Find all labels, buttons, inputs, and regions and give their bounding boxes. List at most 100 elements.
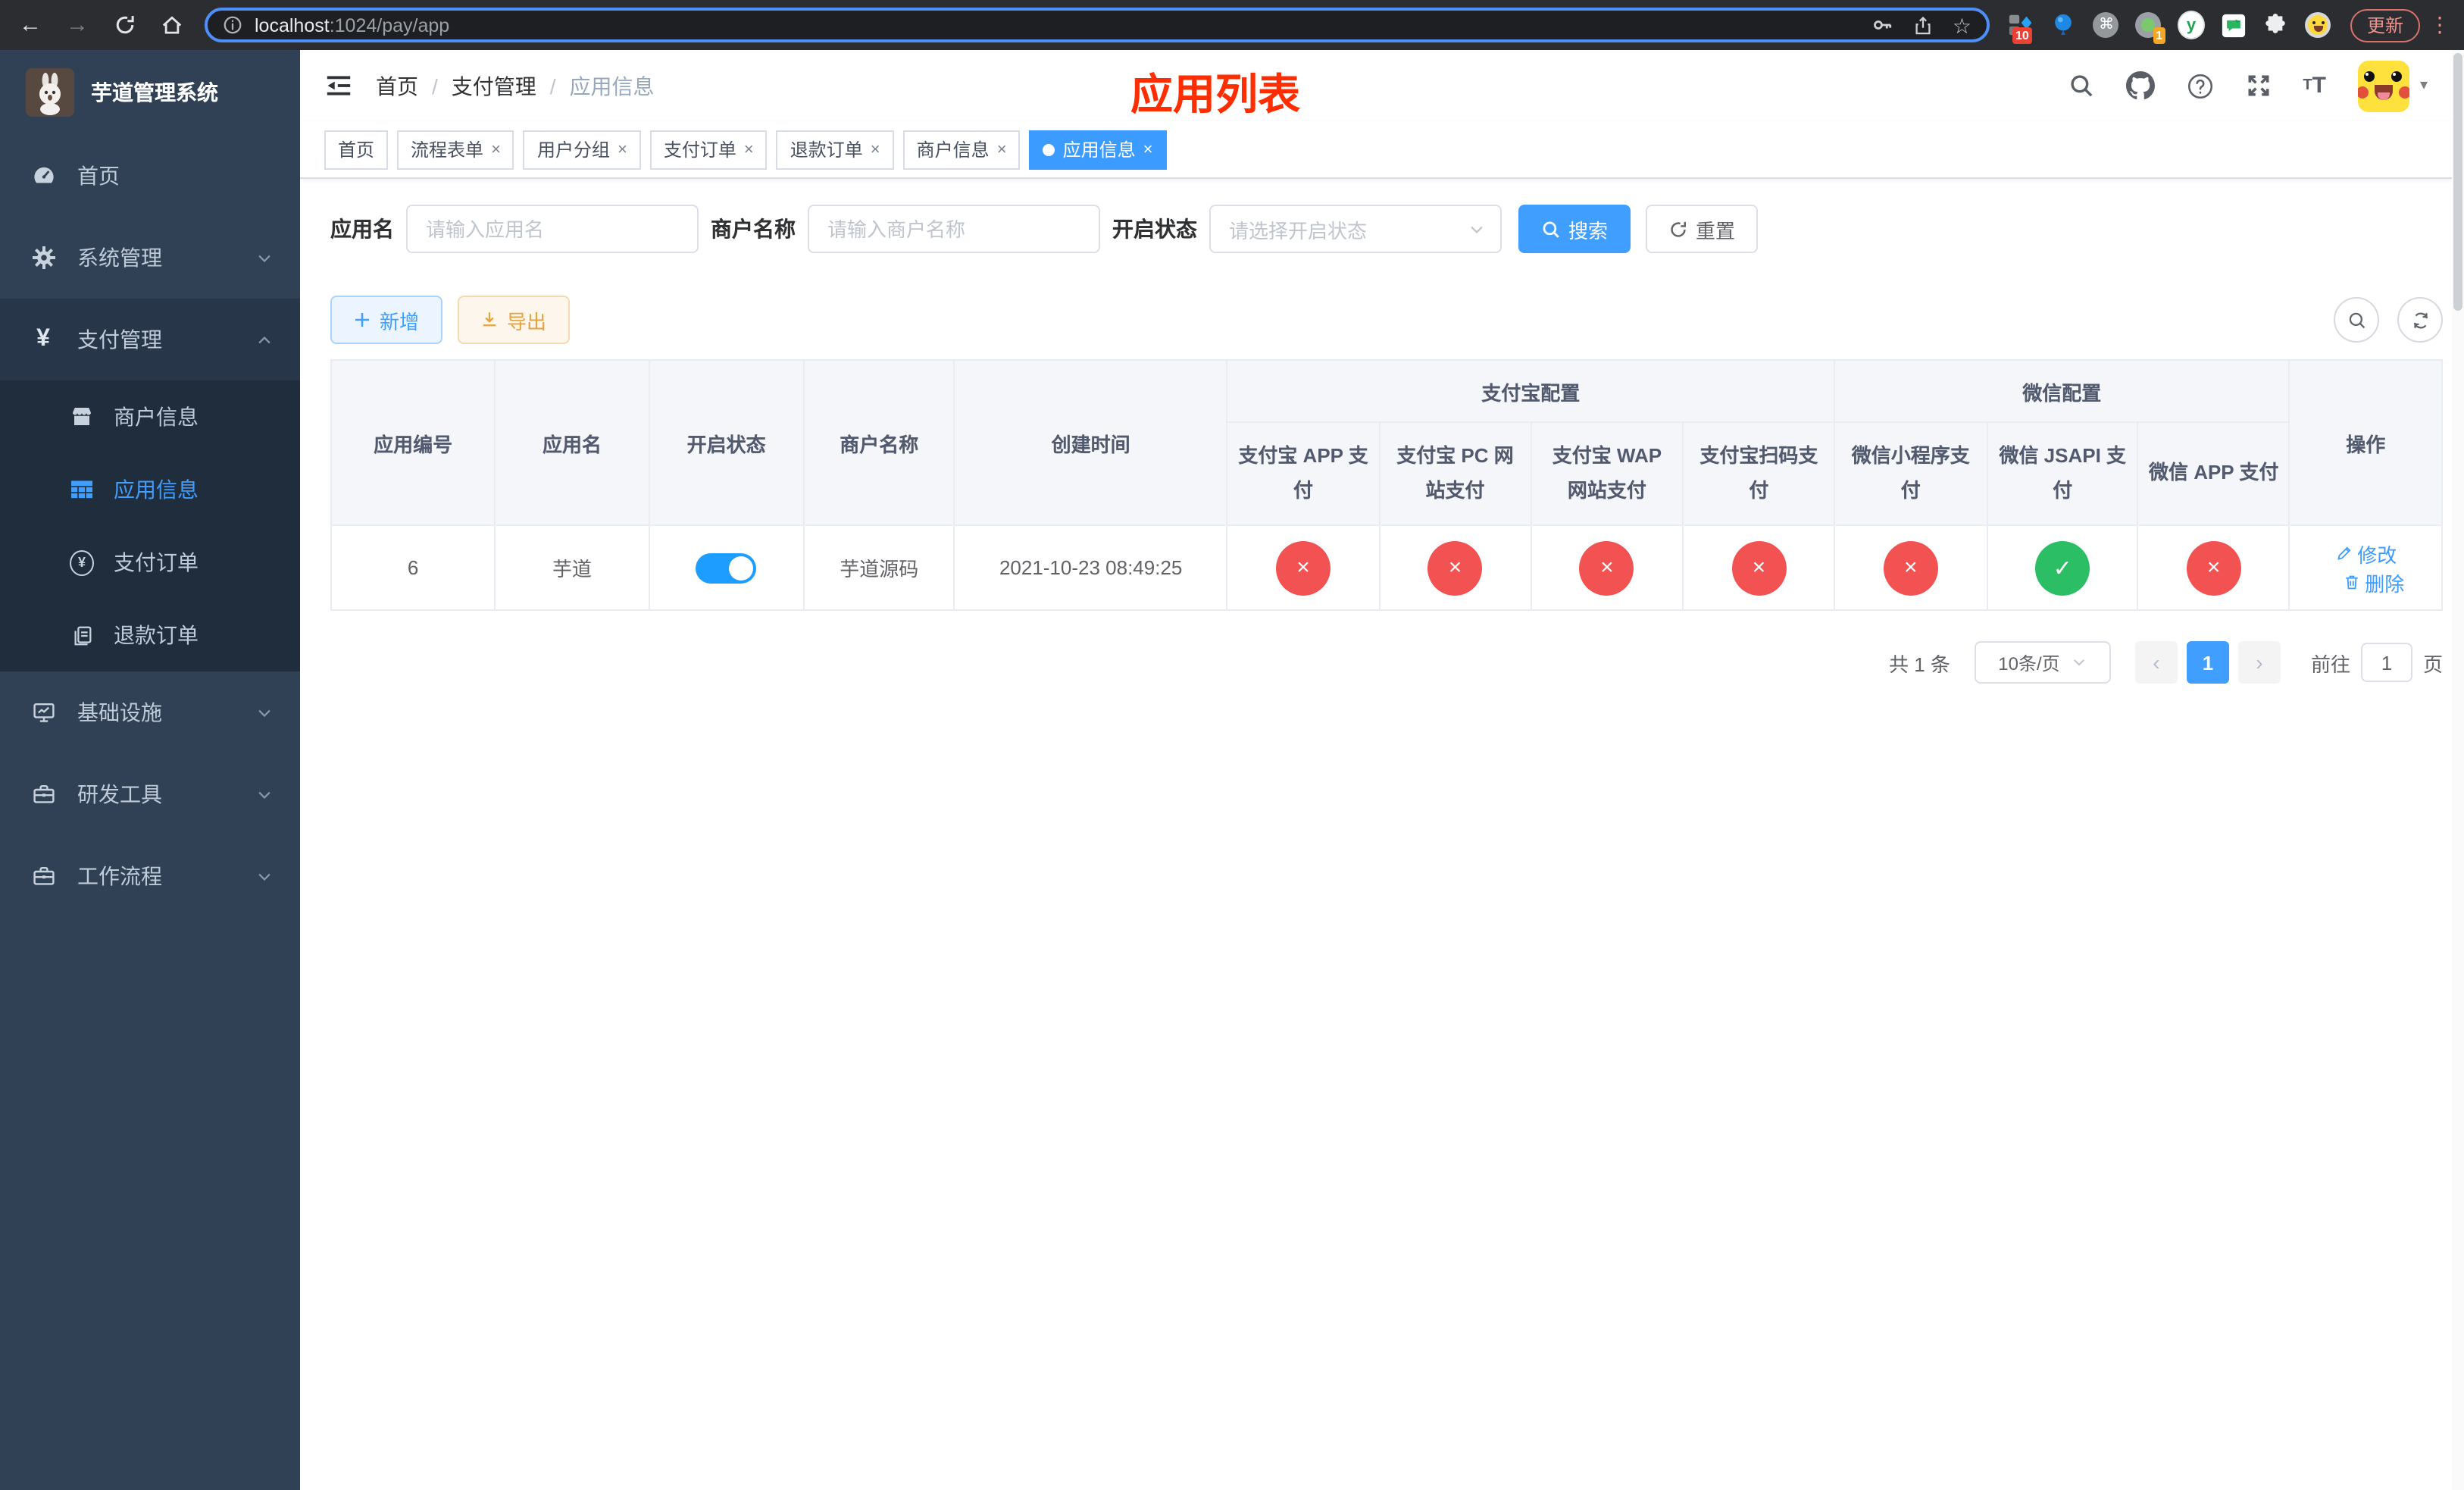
- sidebar-item-payment[interactable]: ¥ 支付管理: [0, 299, 300, 380]
- browser-menu-icon[interactable]: ⋮: [2429, 12, 2450, 38]
- active-dot: [1043, 143, 1055, 155]
- tab-app-info[interactable]: 应用信息 ×: [1029, 130, 1167, 169]
- browser-reload-icon[interactable]: [108, 8, 141, 42]
- next-page-button[interactable]: ›: [2237, 641, 2281, 684]
- bookmark-star-icon[interactable]: ☆: [1953, 14, 1972, 36]
- font-size-icon[interactable]: TT: [2303, 74, 2326, 97]
- header-search-icon[interactable]: [2068, 73, 2093, 99]
- sidebar-item-merchant-info[interactable]: 商户信息: [0, 380, 300, 453]
- extension-balloon-icon[interactable]: [2050, 11, 2078, 39]
- close-icon[interactable]: ×: [997, 140, 1007, 158]
- user-avatar: [2357, 60, 2409, 111]
- column-header-alipay-app: 支付宝 APP 支付: [1226, 421, 1381, 526]
- column-header-wx-lite: 微信小程序支付: [1834, 421, 1988, 526]
- main-area: 首页 / 支付管理 / 应用信息 应用列表 TT ▾ 首页 流程表单 × 用户分…: [300, 50, 2464, 1490]
- url-host: localhost: [255, 14, 330, 36]
- profile-avatar-icon[interactable]: [2305, 11, 2332, 39]
- gear-icon: [30, 246, 56, 270]
- tab-refund-order[interactable]: 退款订单 ×: [776, 130, 894, 169]
- help-icon[interactable]: [2186, 72, 2213, 99]
- chevron-down-icon: [1468, 221, 1485, 237]
- extension-mosaic-icon[interactable]: 10: [2008, 11, 2035, 43]
- page-size-select[interactable]: 10条/页: [1974, 641, 2111, 684]
- browser-forward-icon[interactable]: →: [61, 8, 94, 42]
- status-label: 开启状态: [1112, 217, 1197, 241]
- extension-recorder-icon[interactable]: 1: [2135, 11, 2165, 43]
- column-header-merchant: 商户名称: [802, 359, 955, 526]
- add-button[interactable]: 新增: [330, 296, 442, 344]
- search-button[interactable]: 搜索: [1518, 205, 1631, 253]
- extensions-puzzle-icon[interactable]: [2262, 11, 2290, 39]
- user-dropdown[interactable]: ▾: [2357, 60, 2428, 111]
- password-key-icon[interactable]: [1872, 14, 1895, 36]
- screen: ← → localhost:1024/pay/app ☆ 10 ⌘ 1 y 更新…: [0, 0, 2464, 1490]
- page-scrollbar[interactable]: [2452, 50, 2464, 1490]
- sidebar-item-label: 研发工具: [77, 782, 162, 806]
- tab-home[interactable]: 首页: [324, 130, 389, 169]
- chevron-down-icon: [256, 868, 273, 884]
- app-name-input[interactable]: [406, 205, 699, 253]
- browser-back-icon[interactable]: ←: [14, 8, 47, 42]
- close-icon[interactable]: ×: [491, 140, 501, 158]
- edit-link[interactable]: 修改: [2334, 539, 2397, 568]
- share-icon[interactable]: [1913, 14, 1934, 36]
- fullscreen-icon[interactable]: [2245, 73, 2271, 99]
- tab-pay-order[interactable]: 支付订单 ×: [649, 130, 768, 169]
- column-group-wechat: 微信配置: [1834, 359, 2290, 423]
- sidebar-item-system[interactable]: 系统管理: [0, 217, 300, 299]
- close-icon[interactable]: ×: [618, 140, 627, 158]
- close-icon[interactable]: ×: [1143, 140, 1153, 158]
- close-icon[interactable]: ×: [871, 140, 880, 158]
- browser-address-bar[interactable]: localhost:1024/pay/app ☆: [205, 8, 1990, 42]
- breadcrumb: 首页 / 支付管理 / 应用信息: [376, 70, 655, 101]
- extension-y-icon[interactable]: y: [2177, 11, 2205, 39]
- merchant-name-input[interactable]: [808, 205, 1100, 253]
- sidebar-item-pay-order[interactable]: ¥ 支付订单: [0, 526, 300, 599]
- refresh-button[interactable]: [2397, 297, 2443, 343]
- sidebar-item-label: 应用信息: [114, 477, 199, 502]
- cell-app-id: 6: [330, 524, 496, 611]
- column-header-alipay-wap: 支付宝 WAP 网站支付: [1530, 421, 1684, 526]
- page-number-button[interactable]: 1: [2186, 641, 2229, 684]
- sidebar-item-workflow[interactable]: 工作流程: [0, 835, 300, 917]
- tab-merchant-info[interactable]: 商户信息 ×: [902, 130, 1021, 169]
- github-icon[interactable]: [2125, 71, 2155, 100]
- channel-status-icon: ×: [1731, 540, 1787, 595]
- sidebar-item-home[interactable]: 首页: [0, 135, 300, 217]
- delete-link[interactable]: 删除: [2342, 568, 2404, 596]
- browser-update-button[interactable]: 更新: [2350, 8, 2420, 42]
- row-enabled-toggle[interactable]: [696, 552, 757, 583]
- extension-command-icon[interactable]: ⌘: [2093, 11, 2120, 39]
- sidebar-item-infrastructure[interactable]: 基础设施: [0, 671, 300, 753]
- sidebar-item-app-info[interactable]: 应用信息: [0, 453, 300, 526]
- document-icon: [70, 624, 94, 646]
- status-select-placeholder: 请选择开启状态: [1229, 219, 1368, 242]
- chevron-down-icon: [256, 249, 273, 266]
- breadcrumb-home[interactable]: 首页: [376, 70, 418, 101]
- scrollbar-thumb[interactable]: [2453, 53, 2462, 311]
- reset-button[interactable]: 重置: [1646, 205, 1758, 253]
- sidebar-fold-icon[interactable]: [324, 71, 353, 100]
- tab-user-group[interactable]: 用户分组 ×: [523, 130, 641, 169]
- breadcrumb-payment[interactable]: 支付管理: [452, 70, 536, 101]
- site-info-icon[interactable]: [223, 15, 242, 35]
- tab-process-form[interactable]: 流程表单 ×: [397, 130, 514, 169]
- sidebar-item-refund-order[interactable]: 退款订单: [0, 599, 300, 671]
- page-title: 应用列表: [1130, 71, 1301, 118]
- app-table: 应用编号 应用名 开启状态 商户名称 创建时间 支付宝配置 微信配置 操作 支付…: [330, 359, 2443, 611]
- app-title: 芋道管理系统: [91, 80, 218, 105]
- cell-enabled: [648, 524, 805, 611]
- export-button[interactable]: 导出: [458, 296, 570, 344]
- prev-page-button[interactable]: ‹: [2134, 641, 2178, 684]
- browser-home-icon[interactable]: [155, 8, 188, 42]
- extension-chat-icon[interactable]: [2220, 11, 2247, 39]
- extension-badge: 10: [2012, 27, 2032, 43]
- channel-status-icon: ×: [1427, 540, 1483, 595]
- sidebar-item-devtools[interactable]: 研发工具: [0, 753, 300, 835]
- caret-down-icon: ▾: [2419, 77, 2428, 94]
- sidebar-item-label: 工作流程: [77, 864, 162, 888]
- close-icon[interactable]: ×: [744, 140, 754, 158]
- status-select[interactable]: 请选择开启状态: [1209, 205, 1502, 253]
- toggle-search-button[interactable]: [2334, 297, 2379, 343]
- goto-page-input[interactable]: [2360, 643, 2412, 682]
